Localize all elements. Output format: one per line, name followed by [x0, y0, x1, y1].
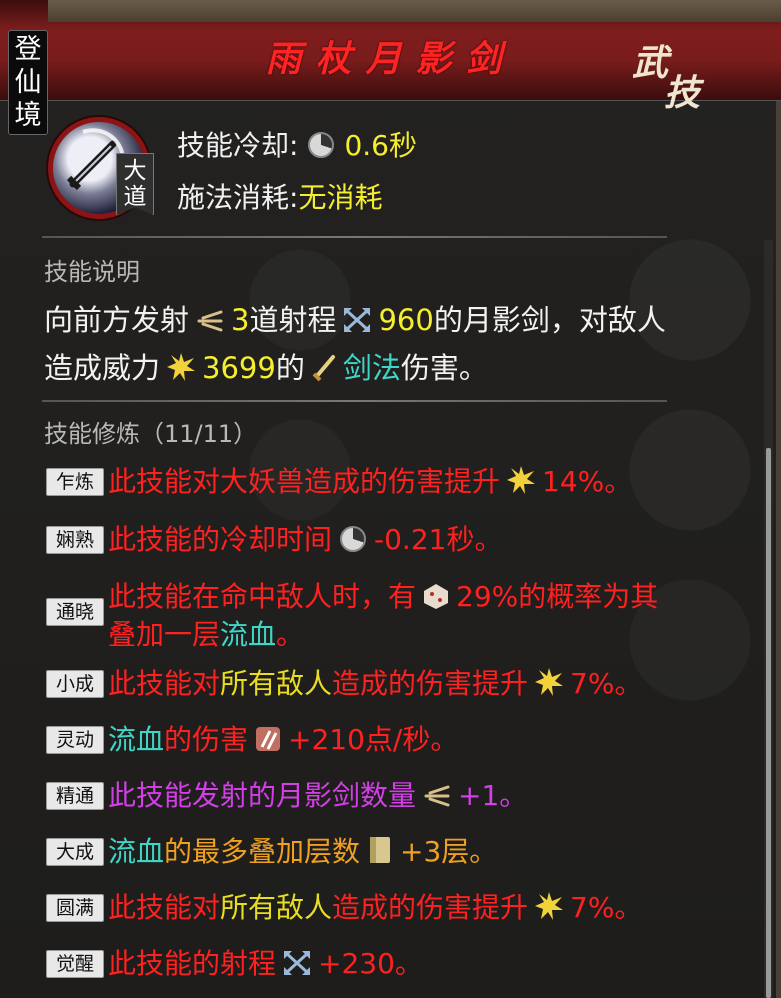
row-effect: 叠加一层 [108, 618, 221, 651]
bleed-keyword: 流血 [108, 835, 165, 868]
desc-text: 向前方发射 [44, 303, 190, 337]
row-value: 7%。 [570, 667, 643, 700]
row-text: 流血的伤害 +210点/秒。 [108, 722, 768, 758]
row-value: +230。 [318, 947, 423, 980]
cooldown-icon [308, 132, 335, 158]
row-effect: 此技能对 [108, 667, 221, 700]
bleed-keyword: 流血 [108, 723, 165, 756]
row-effect: 此技能对 [108, 891, 221, 924]
realm-char: 境 [14, 100, 42, 131]
projectile-icon [197, 310, 223, 332]
stage-tag: 觉醒 [46, 950, 104, 978]
badge-char-1: 武 [632, 42, 669, 84]
row-value: +210点/秒。 [288, 723, 459, 756]
stage-tag: 小成 [46, 670, 104, 698]
row-value: 7%。 [570, 891, 643, 924]
rank-char: 大 [123, 158, 147, 184]
range-icon [344, 308, 371, 332]
row-text: 此技能对所有敌人造成的伤害提升 7%。 [108, 666, 768, 702]
cooldown-stat: 技能冷却: 0.6秒 [177, 124, 417, 164]
scroll-icon [370, 837, 391, 863]
frame-edge [776, 0, 781, 998]
skill-description: 向前方发射 3道射程 960的月影剑，对敌人 造成威力 3699的 剑法伤害。 [44, 296, 764, 392]
cooldown-label: 技能冷却: [177, 129, 299, 162]
row-text: 此技能发射的月影剑数量 +1。 [108, 778, 768, 814]
stage-tag: 乍炼 [46, 468, 104, 496]
all-enemies-keyword: 所有敌人 [220, 891, 333, 924]
desc-text: 的 [275, 351, 305, 385]
dice-icon [424, 584, 449, 609]
row-effect: 造成的伤害提升 [332, 891, 529, 924]
cooldown-icon [340, 526, 367, 552]
range-icon [284, 951, 311, 975]
row-value: +1。 [458, 779, 528, 812]
stage-tag: 娴熟 [46, 526, 104, 554]
stage-tag: 大成 [46, 838, 104, 866]
bleed-keyword: 流血 [220, 618, 277, 651]
all-enemies-keyword: 所有敌人 [220, 667, 333, 700]
stage-tag: 精通 [46, 782, 104, 810]
realm-label: 登 仙 境 [8, 30, 48, 135]
sword-type-icon [312, 355, 335, 382]
projectile-count: 3 [231, 303, 250, 337]
row-effect: 此技能的冷却时间 [108, 523, 333, 556]
burst-icon [167, 353, 196, 381]
tooltip-header: 雨杖月影剑 武 技 [0, 0, 781, 114]
row-effect: 此技能发射的月影剑数量 [108, 779, 417, 812]
badge-char-2: 技 [664, 72, 701, 114]
desc-text: 造成威力 [44, 351, 161, 385]
desc-text: 道射程 [249, 303, 337, 337]
row-effect: 造成的伤害提升 [332, 667, 529, 700]
power-value: 3699 [202, 351, 276, 385]
divider [42, 400, 667, 402]
damage-type: 剑法 [342, 351, 401, 385]
header-top-band [48, 0, 781, 22]
martial-skill-badge: 武 技 [628, 38, 718, 114]
row-value: 14%。 [542, 465, 633, 498]
cost-value: 无消耗 [298, 181, 383, 214]
row-text: 流血的最多叠加层数 +3层。 [108, 834, 768, 870]
row-effect: 的最多叠加层数 [164, 835, 361, 868]
realm-char: 仙 [14, 67, 42, 98]
divider [42, 236, 667, 238]
row-text: 此技能的冷却时间 -0.21秒。 [108, 522, 768, 558]
stage-tag: 圆满 [46, 894, 104, 922]
cultivation-heading: 技能修炼（11/11） [44, 420, 258, 448]
row-effect: 此技能的射程 [108, 947, 277, 980]
row-text: 此技能在命中敌人时，有 29%的概率为其叠加一层流血。 [108, 578, 768, 654]
stage-tag: 通晓 [46, 598, 104, 626]
row-effect: 此技能对大妖兽造成的伤害提升 [108, 465, 501, 498]
desc-text: 的月影剑，对敌人 [433, 303, 666, 337]
burst-icon [535, 668, 564, 696]
row-text: 此技能的射程 +230。 [108, 946, 768, 982]
bleed-icon [256, 727, 281, 751]
desc-text: 伤害。 [400, 351, 488, 385]
realm-char: 登 [14, 34, 42, 65]
cooldown-value: 0.6秒 [344, 129, 417, 162]
description-heading: 技能说明 [44, 258, 140, 286]
row-text: 此技能对所有敌人造成的伤害提升 7%。 [108, 890, 768, 926]
row-effect: 的伤害 [164, 723, 249, 756]
row-value: -0.21秒。 [374, 523, 503, 556]
row-text: 此技能对大妖兽造成的伤害提升 14%。 [108, 464, 768, 500]
rank-char: 道 [123, 184, 147, 210]
row-value: +3层。 [400, 835, 498, 868]
projectile-icon [424, 785, 450, 807]
rank-badge: 大 道 [116, 153, 154, 215]
cost-stat: 施法消耗:无消耗 [177, 176, 382, 216]
burst-icon [535, 892, 564, 920]
stage-tag: 灵动 [46, 726, 104, 754]
burst-icon [507, 466, 536, 494]
range-value: 960 [378, 303, 434, 337]
row-effect: 此技能在命中敌人时，有 [108, 580, 417, 613]
row-text-end: 。 [276, 618, 305, 651]
row-value: 29%的概率为其 [456, 580, 659, 613]
cost-label: 施法消耗: [177, 181, 299, 214]
